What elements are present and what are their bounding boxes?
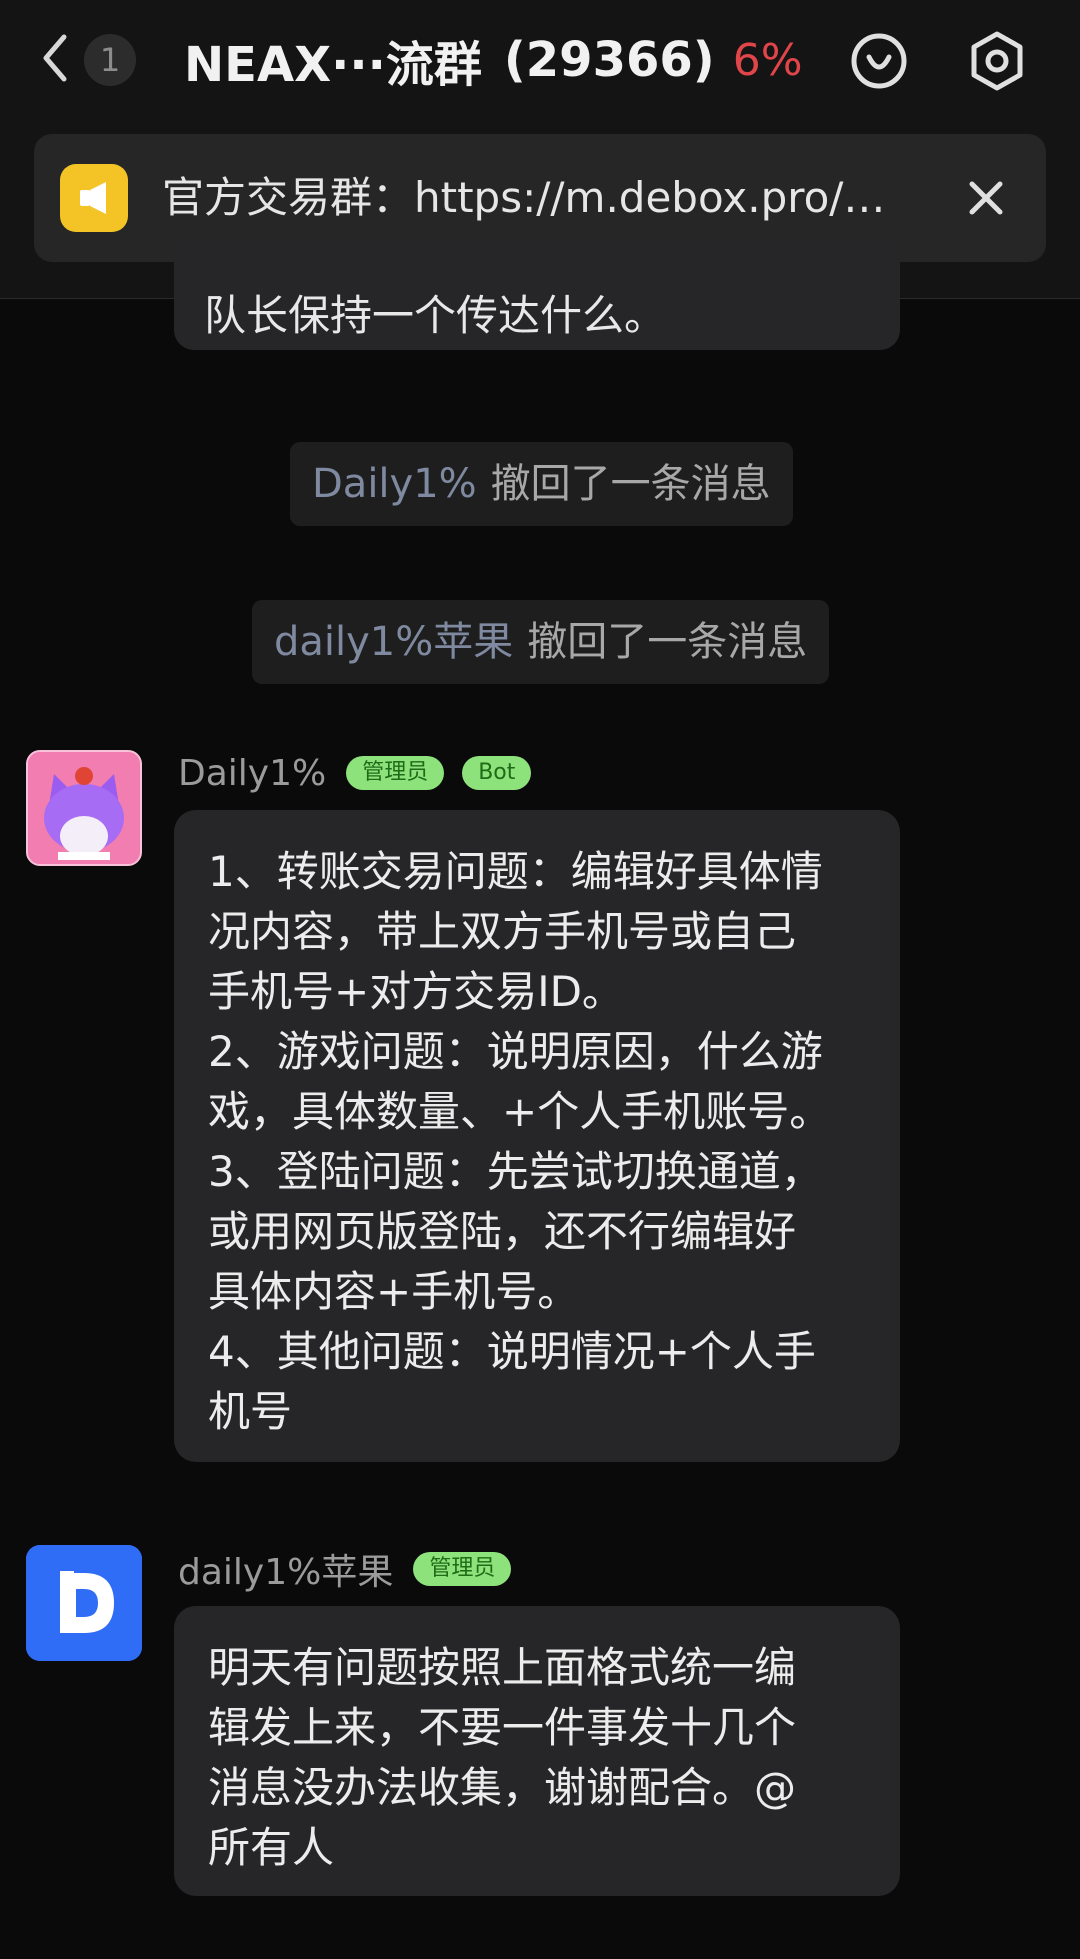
recall-user-name[interactable]: Daily1% — [312, 461, 477, 507]
cat-avatar-icon — [28, 752, 140, 864]
message-line: 所有人 — [208, 1823, 335, 1872]
group-name: NEAX···流群 — [184, 37, 482, 93]
member-count: (29366) — [503, 32, 715, 88]
emoji-button[interactable] — [844, 26, 914, 96]
message-line: 2、游戏问题：说明原因，什么游 — [208, 1027, 823, 1076]
debox-logo-icon — [26, 1545, 142, 1661]
avatar[interactable] — [26, 750, 142, 866]
message-line: 明天有问题按照上面格式统一编 — [208, 1643, 797, 1692]
recall-user-name[interactable]: daily1%苹果 — [274, 619, 513, 665]
announcement-close-button[interactable] — [956, 168, 1016, 228]
message-line: 3、登陆问题：先尝试切换通道， — [208, 1147, 823, 1196]
admin-tag: 管理员 — [413, 1552, 512, 1586]
percent-indicator: 6% — [732, 34, 803, 86]
message-line: 4、其他问题：说明情况+个人手 — [208, 1327, 816, 1376]
settings-button[interactable] — [962, 26, 1032, 96]
recall-notice: daily1%苹果 撤回了一条消息 — [252, 600, 830, 684]
message-line: 消息没办法收集，谢谢配合。@ — [208, 1763, 797, 1812]
admin-tag: 管理员 — [346, 756, 445, 790]
message-bubble-partial[interactable]: 队长保持一个传达什么。 — [174, 240, 900, 350]
message-sender: daily1%苹果 管理员 — [178, 1543, 529, 1595]
message-line: 手机号+对方交易ID。 — [208, 967, 624, 1016]
message-sender: Daily1% 管理员 Bot — [178, 750, 549, 796]
megaphone-icon — [60, 164, 128, 232]
message-line: 机号 — [208, 1387, 293, 1436]
emoji-icon — [851, 33, 907, 89]
back-button[interactable] — [30, 28, 80, 88]
message-bubble[interactable]: 明天有问题按照上面格式统一编 辑发上来，不要一件事发十几个 消息没办法收集，谢谢… — [174, 1606, 900, 1896]
bot-tag: Bot — [462, 756, 532, 790]
message-bubble[interactable]: 1、转账交易问题：编辑好具体情 况内容，带上双方手机号或自己 手机号+对方交易I… — [174, 810, 900, 1462]
back-chevron-icon — [43, 34, 67, 82]
sender-name[interactable]: daily1%苹果 — [178, 1543, 393, 1595]
avatar[interactable] — [26, 1545, 142, 1661]
unread-badge: 1 — [84, 34, 136, 86]
message-line: 1、转账交易问题：编辑好具体情 — [208, 847, 823, 896]
recall-text: 撤回了一条消息 — [527, 619, 808, 665]
settings-icon — [971, 31, 1023, 91]
close-icon — [969, 181, 1003, 215]
chat-title[interactable]: NEAX···流群 (29366) 6% — [184, 20, 803, 100]
recall-notice: Daily1% 撤回了一条消息 — [290, 442, 793, 526]
message-line: 况内容，带上双方手机号或自己 — [208, 907, 797, 956]
message-line: 辑发上来，不要一件事发十几个 — [208, 1703, 797, 1752]
recall-text: 撤回了一条消息 — [490, 461, 771, 507]
sender-name[interactable]: Daily1% — [178, 753, 326, 794]
message-line: 具体内容+手机号。 — [208, 1267, 580, 1316]
message-text: 队长保持一个传达什么。 — [204, 291, 667, 340]
message-line: 或用网页版登陆，还不行编辑好 — [208, 1207, 797, 1256]
message-line: 戏，具体数量、+个人手机账号。 — [208, 1087, 832, 1136]
